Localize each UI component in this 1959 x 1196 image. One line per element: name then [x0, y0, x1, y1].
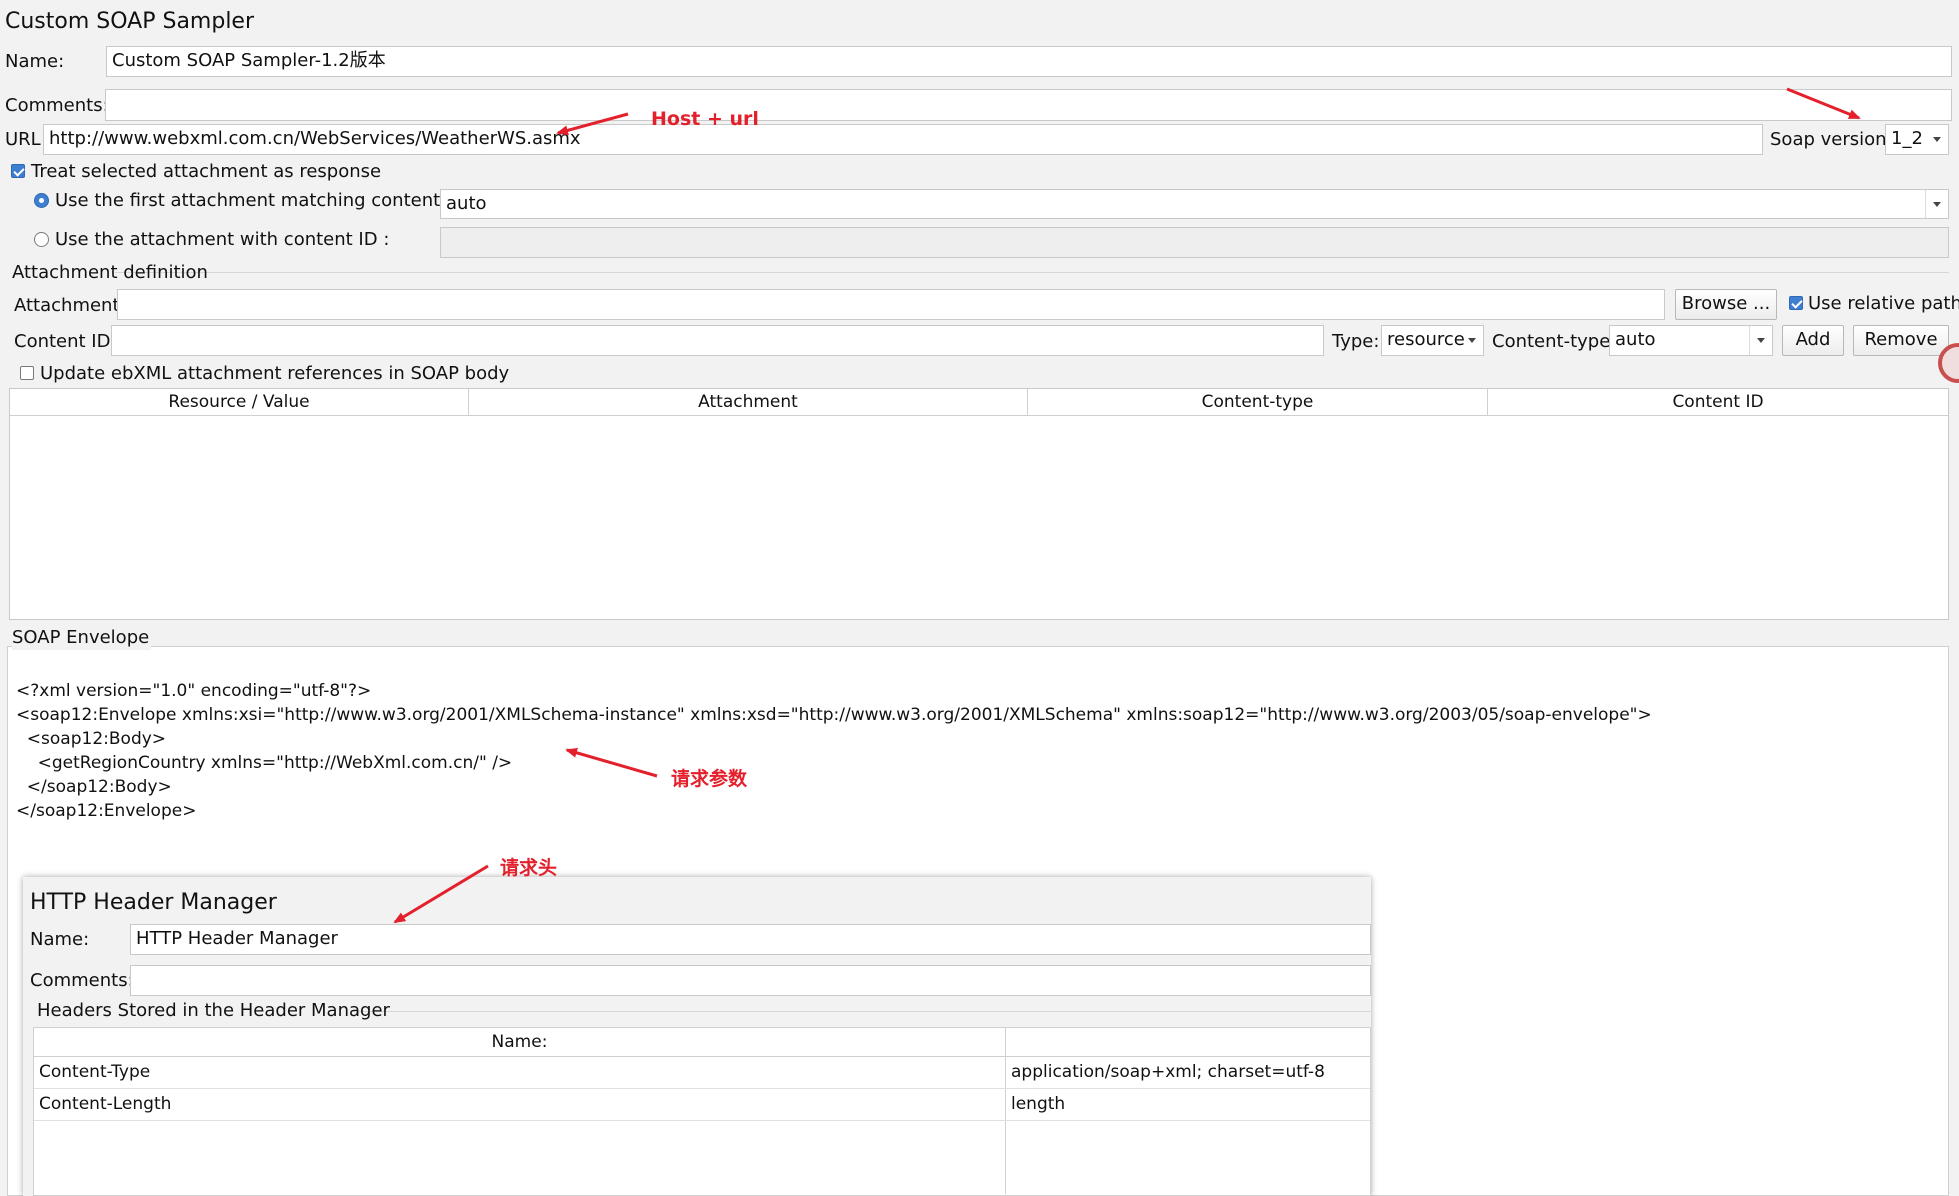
- arrow-icon: [556, 112, 629, 136]
- arrow-icon: [1786, 87, 1861, 120]
- annotation-arrows: [393, 87, 1861, 924]
- annotation-request-header: 请求头: [500, 857, 558, 879]
- arrow-icon: [565, 747, 658, 778]
- annotation-request-params: 请求参数: [671, 768, 748, 790]
- arrow-icon: [393, 864, 489, 924]
- annotation-host-url: Host + url: [651, 108, 759, 130]
